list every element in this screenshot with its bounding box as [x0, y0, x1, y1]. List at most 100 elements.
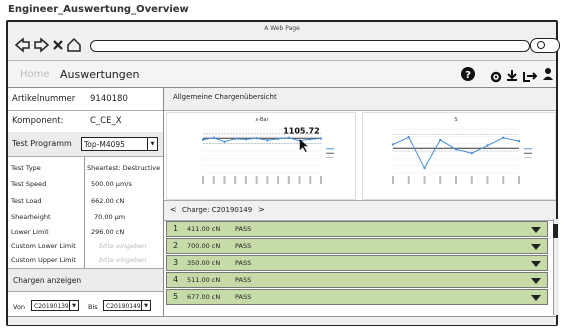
- spec-label: Test Load: [11, 197, 42, 205]
- x-tick-label: [212, 176, 215, 184]
- spec-label: Custom Upper Limit: [11, 256, 76, 264]
- from-label: Von: [13, 303, 26, 311]
- browser-toolbar: A Web Page: [8, 22, 560, 61]
- help-icon[interactable]: ?: [461, 67, 475, 81]
- chevron-down-icon: ▼: [141, 301, 150, 311]
- download-icon[interactable]: [507, 70, 517, 81]
- series-line: [392, 136, 520, 170]
- spec-label: Test Type: [11, 164, 41, 172]
- spec-value: 662.00 cN: [91, 197, 125, 205]
- spec-label: Shearheight: [11, 213, 51, 221]
- row-value: 677.00 cN: [187, 293, 221, 301]
- home-icon[interactable]: [67, 37, 81, 52]
- chevron-down-icon[interactable]: [531, 278, 541, 284]
- breadcrumb-home[interactable]: Home: [20, 69, 50, 80]
- spec-label: Test Speed: [11, 180, 47, 188]
- data-point: [391, 143, 395, 146]
- custom-upper-limit-input[interactable]: bitte eingeben: [99, 256, 146, 264]
- x-tick-label: [266, 176, 269, 184]
- chevron-down-icon[interactable]: [531, 227, 541, 233]
- search-icon: [537, 41, 545, 49]
- data-point: [223, 140, 226, 143]
- show-batches-button[interactable]: Chargen anzeigen: [8, 269, 164, 292]
- list-item[interactable]: 2 700.00 cN PASS: [166, 238, 548, 254]
- chevron-down-icon: ▼: [147, 138, 157, 151]
- from-batch-select[interactable]: C20190139 ▼: [31, 300, 79, 311]
- row-status: PASS: [235, 259, 252, 267]
- test-program-row: Test Programm Top-M4095 ▼: [8, 132, 164, 157]
- article-number-row: Artikelnummer 9140180: [8, 88, 164, 111]
- row-status: PASS: [235, 293, 252, 301]
- data-point: [266, 139, 269, 142]
- chevron-down-icon[interactable]: [531, 244, 541, 250]
- to-batch-value: C20190149: [106, 303, 141, 310]
- component-value: C_CE_X: [90, 116, 122, 126]
- row-status: PASS: [235, 276, 252, 284]
- charge-label: Charge: C20190149: [182, 206, 253, 214]
- data-point: [319, 137, 323, 140]
- list-item[interactable]: 5 677.00 cN PASS: [166, 289, 548, 305]
- xbar-chart: x-Bar 1105.72: [201, 117, 334, 184]
- x-tick-label: [309, 176, 312, 184]
- x-tick-label: [486, 176, 489, 184]
- spec-value: Sheartest: Destructive: [87, 164, 161, 172]
- data-point: [244, 138, 248, 141]
- data-point: [276, 137, 280, 140]
- spec-value: 500.00 µm/s: [91, 180, 132, 188]
- data-point: [255, 137, 258, 140]
- chevron-down-icon[interactable]: [531, 261, 541, 267]
- data-point: [287, 136, 291, 139]
- close-icon[interactable]: [53, 40, 63, 50]
- x-tick-label: [320, 176, 322, 184]
- to-batch-select[interactable]: C20190149 ▼: [103, 300, 151, 311]
- x-tick-label: [223, 176, 226, 184]
- charge-navigation: < Charge: C20190149 >: [164, 200, 556, 221]
- spec-value: 296.00 cN: [91, 228, 125, 236]
- document-title: Engineer_Auswertung_Overview: [8, 4, 189, 15]
- x-tick-label: [244, 176, 247, 184]
- x-tick-label: [234, 176, 237, 184]
- list-item[interactable]: 4 511.00 cN PASS: [166, 272, 548, 288]
- xbar-chart-container: x-Bar 1105.72: [166, 112, 356, 200]
- chevron-down-icon: ▼: [69, 301, 78, 311]
- spec-divider: [84, 156, 85, 268]
- scrollbar-thumb[interactable]: [553, 224, 558, 238]
- row-status: PASS: [235, 242, 252, 250]
- chart-annotation: 1105.72: [283, 126, 319, 135]
- spec-label: Lower Limit: [11, 228, 49, 236]
- row-number: 1: [173, 224, 179, 233]
- search-button[interactable]: [530, 38, 560, 53]
- spec-value: 70.00 µm: [94, 213, 126, 221]
- logout-icon[interactable]: [523, 72, 538, 82]
- x-tick-label: [287, 176, 290, 184]
- settings-icon[interactable]: [490, 71, 502, 83]
- list-item[interactable]: 3 350.00 cN PASS: [166, 255, 548, 271]
- charge-prev-button[interactable]: <: [170, 205, 177, 214]
- data-point: [439, 138, 442, 142]
- page-title: Auswertungen: [60, 68, 140, 81]
- row-status: PASS: [235, 225, 252, 233]
- row-value: 350.00 cN: [187, 259, 221, 267]
- test-program-value: Top-M4095: [84, 140, 125, 149]
- status-bar: [8, 316, 556, 325]
- row-number: 3: [173, 258, 179, 267]
- test-spec-list: Test Type Sheartest: Destructive Test Sp…: [8, 156, 164, 269]
- row-number: 5: [173, 292, 179, 301]
- component-row: Komponent: C_CE_X: [8, 110, 164, 133]
- user-icon[interactable]: [543, 68, 553, 80]
- row-value: 511.00 cN: [187, 276, 221, 284]
- list-item[interactable]: 1 411.00 cN PASS: [166, 221, 548, 237]
- forward-arrow-icon[interactable]: [34, 37, 50, 53]
- data-point: [454, 148, 458, 151]
- test-program-select[interactable]: Top-M4095 ▼: [81, 137, 158, 151]
- chevron-down-icon[interactable]: [531, 295, 541, 301]
- x-tick-label: [470, 176, 473, 184]
- back-arrow-icon[interactable]: [14, 37, 30, 53]
- x-tick-label: [255, 176, 258, 184]
- chart-title: S: [454, 117, 457, 123]
- data-point: [309, 138, 312, 141]
- custom-lower-limit-input[interactable]: bitte eingeben: [99, 242, 146, 250]
- data-point: [486, 144, 489, 147]
- url-input[interactable]: [90, 40, 530, 52]
- charge-next-button[interactable]: >: [258, 205, 265, 214]
